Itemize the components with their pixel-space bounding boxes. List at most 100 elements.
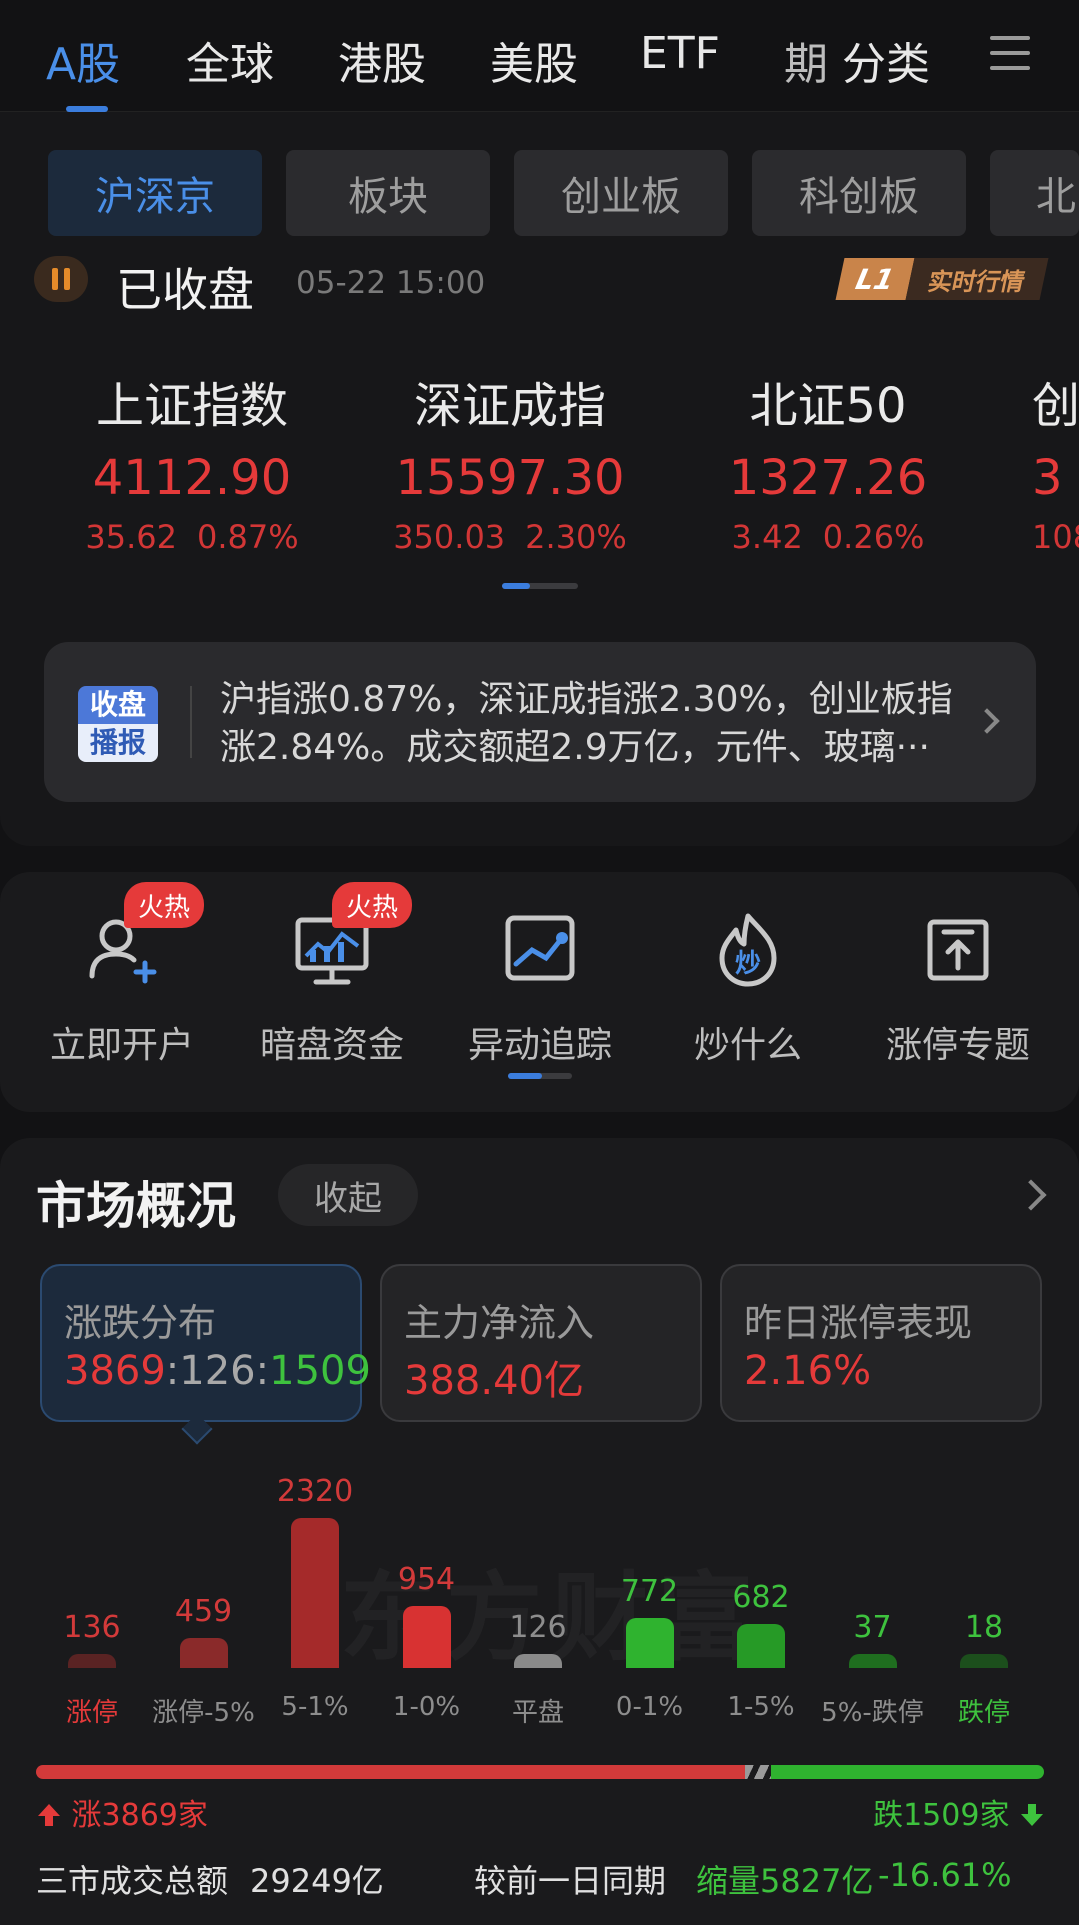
index-card-sse[interactable]: 上证指数 4112.90 35.62 0.87% [32, 366, 352, 556]
up-down-ratio-bar [36, 1765, 1044, 1779]
bar-category-label: 平盘 [511, 1698, 564, 1728]
status-time: 05-22 15:00 [296, 265, 486, 301]
broadcast-badge-bottom: 播报 [78, 724, 158, 762]
distribution-bar [514, 1654, 562, 1668]
separator: : [255, 1348, 270, 1394]
index-card-chinext[interactable]: 创 3 108 [1032, 366, 1079, 556]
card-value: 2.16% [744, 1348, 872, 1394]
down-count: 跌1509家 [873, 1790, 1045, 1834]
subtab-star-market[interactable]: 科创板 [752, 150, 966, 236]
volume-change-pct: -16.61% [878, 1856, 1012, 1894]
tab-a-share[interactable]: A股 [46, 28, 120, 92]
index-pct: 0.26% [822, 518, 925, 556]
index-pct: 0.87% [196, 518, 299, 556]
card-yesterday-limit-up[interactable]: 昨日涨停表现 2.16% [720, 1264, 1042, 1422]
tab-etf[interactable]: ETF [640, 28, 720, 79]
index-name: 创 [1032, 378, 1079, 434]
index-name: 北证50 [749, 378, 907, 434]
bar-category-label: 0-1% [615, 1692, 684, 1722]
distribution-bar [737, 1623, 785, 1668]
divider [190, 686, 192, 758]
card-value: 3869:126:1509 [64, 1348, 371, 1394]
index-value: 15597.30 [395, 450, 625, 506]
shortcut-open-account[interactable]: 立即开户 [32, 910, 212, 1068]
distribution-bar [402, 1606, 451, 1668]
down-count-value: 1509 [269, 1348, 371, 1394]
card-up-down-distribution[interactable]: 涨跌分布 3869:126:1509 [40, 1264, 371, 1422]
broadcast-badge-top: 收盘 [78, 686, 158, 724]
shortcut-label: 涨停专题 [885, 1025, 1030, 1066]
market-tab-bar: A股 全球 港股 美股 ETF 期 分类 [0, 0, 1079, 112]
bar-value-label: 954 [397, 1562, 456, 1598]
turnover-label: 三市成交总额 [36, 1862, 229, 1900]
tab-futures[interactable]: 期 [784, 28, 828, 92]
arrow-down-icon [1021, 1804, 1043, 1826]
subtab-chinext[interactable]: 创业板 [514, 150, 728, 236]
bar-value-label: 126 [509, 1610, 567, 1645]
card-title: 昨日涨停表现 [744, 1301, 973, 1345]
flame-icon-text: 炒 [735, 949, 761, 979]
index-card-bse50[interactable]: 北证50 1327.26 3.42 0.26% [668, 366, 988, 556]
market-status: 已收盘 [116, 263, 254, 317]
shortcut-label: 炒什么 [693, 1025, 802, 1066]
distribution-bar [960, 1654, 1008, 1668]
index-change: 3.42 [731, 518, 803, 556]
menu-icon[interactable] [990, 36, 1030, 72]
index-pct: 2.30% [525, 518, 627, 556]
shortcut-what-to-trade[interactable]: 炒 炒什么 [658, 910, 838, 1068]
distribution-bar [291, 1518, 339, 1668]
active-tab-indicator [66, 106, 108, 112]
hot-badge: 火热 [332, 882, 412, 928]
card-title: 涨跌分布 [64, 1301, 217, 1345]
up-count: 涨3869家 [36, 1790, 208, 1834]
l1-realtime-badge[interactable]: L1 实时行情 [835, 258, 1049, 300]
flame-icon: 炒 [708, 910, 788, 990]
tab-us-stocks[interactable]: 美股 [490, 28, 578, 92]
bar-category-label: 涨停 [65, 1698, 118, 1728]
index-change: 350.03 [393, 518, 506, 556]
tab-global[interactable]: 全球 [186, 28, 274, 92]
distribution-bar [179, 1638, 228, 1668]
candlestick-icon [34, 256, 88, 302]
bar-category-label: 1-0% [392, 1692, 461, 1722]
broadcast-text: 沪指涨0.87%，深证成指涨2.30%，创业板指 涨2.84%。成交额超2.9万… [220, 676, 980, 772]
index-card-szse[interactable]: 深证成指 15597.30 350.03 2.30% [350, 366, 670, 556]
subtab-sector[interactable]: 板块 [286, 150, 490, 236]
closing-broadcast[interactable]: 收盘 播报 沪指涨0.87%，深证成指涨2.30%，创业板指 涨2.84%。成交… [44, 642, 1036, 802]
shortcut-anomaly-tracking[interactable]: 异动追踪 [450, 910, 630, 1068]
bar-value-label: 459 [174, 1594, 233, 1630]
bar-category-label: 5-1% [281, 1692, 349, 1722]
down-count-label: 跌1509家 [873, 1798, 1010, 1833]
bar-value-label: 18 [964, 1610, 1004, 1645]
subtab-beijing[interactable]: 北 [990, 150, 1079, 236]
shortcut-dark-pool-funds[interactable]: 暗盘资金 [242, 910, 422, 1068]
turnover-value: 29249亿 [250, 1862, 384, 1900]
bar-category-label: 跌停 [957, 1698, 1010, 1728]
shortcut-limit-up-topic[interactable]: 涨停专题 [868, 910, 1048, 1068]
l1-label: L1 [835, 258, 915, 300]
card-main-net-inflow[interactable]: 主力净流入 388.40亿 [380, 1264, 702, 1422]
index-change: 108 [1032, 518, 1079, 556]
separator: : [165, 1348, 180, 1394]
shortcut-label: 立即开户 [49, 1025, 194, 1066]
ratio-flat-segment [745, 1765, 771, 1779]
distribution-bar [68, 1654, 116, 1668]
index-value: 4112.90 [92, 450, 292, 506]
bar-category-label: 涨停-5% [152, 1698, 255, 1728]
index-value: 1327.26 [728, 450, 928, 506]
limit-up-icon [918, 910, 998, 990]
market-overview-title: 市场概况 [36, 1177, 236, 1235]
collapse-button[interactable]: 收起 [278, 1164, 418, 1226]
shortcut-pager [508, 1073, 572, 1079]
distribution-bar [625, 1618, 674, 1668]
subtab-hu-shen-jing[interactable]: 沪深京 [48, 150, 262, 236]
tab-category[interactable]: 分类 [842, 28, 930, 92]
tab-hk-stocks[interactable]: 港股 [338, 28, 426, 92]
flat-count-value: 126 [179, 1348, 256, 1394]
bar-value-label: 136 [63, 1610, 121, 1645]
realtime-label: 实时行情 [905, 258, 1049, 300]
index-name: 深证成指 [413, 378, 606, 434]
index-change: 35.62 [85, 518, 177, 556]
card-title: 主力净流入 [404, 1301, 595, 1345]
index-value: 3 [1032, 450, 1063, 506]
